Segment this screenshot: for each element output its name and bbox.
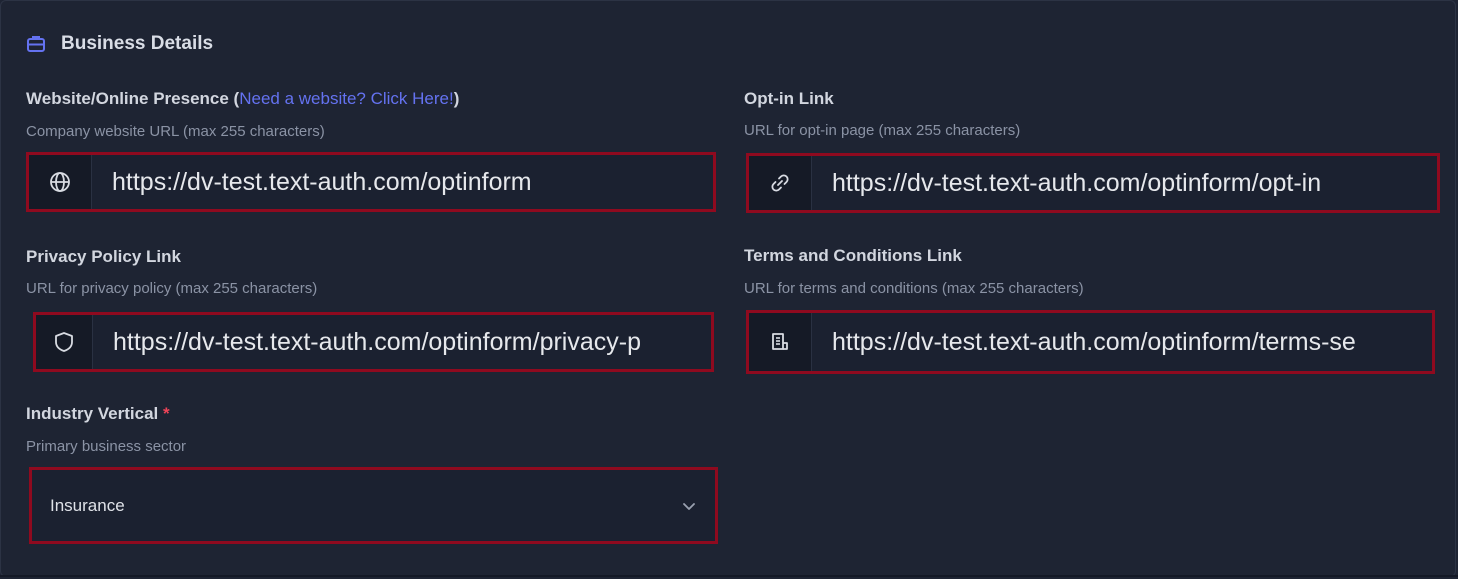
document-icon [749,313,812,371]
optin-label: Opt-in Link [744,89,834,108]
website-label-text: Website/Online Presence ( [26,89,240,108]
globe-icon [29,155,92,209]
website-hint: Company website URL (max 255 characters) [26,123,325,140]
required-mark: * [163,404,170,423]
industry-label-text: Industry Vertical [26,404,159,423]
section-header: Business Details [26,33,213,55]
industry-label: Industry Vertical * [26,404,170,424]
need-website-link[interactable]: Need a website? Click Here! [239,89,453,108]
industry-select[interactable]: Insurance [29,467,718,544]
privacy-input[interactable]: https://dv-test.text-auth.com/optinform/… [93,315,711,369]
link-icon [749,156,812,210]
website-input[interactable]: https://dv-test.text-auth.com/optinform [92,155,713,209]
industry-selected-value: Insurance [50,495,125,515]
privacy-hint: URL for privacy policy (max 255 characte… [26,280,318,297]
website-label-close: ) [453,89,460,108]
terms-input[interactable]: https://dv-test.text-auth.com/optinform/… [812,313,1432,371]
terms-field[interactable]: https://dv-test.text-auth.com/optinform/… [746,310,1435,374]
optin-hint: URL for opt-in page (max 255 characters) [744,122,1021,139]
optin-input[interactable]: https://dv-test.text-auth.com/optinform/… [812,156,1437,210]
terms-label: Terms and Conditions Link [744,246,962,265]
website-label: Website/Online Presence (Need a website?… [26,89,459,109]
optin-field[interactable]: https://dv-test.text-auth.com/optinform/… [746,153,1440,213]
privacy-field[interactable]: https://dv-test.text-auth.com/optinform/… [33,312,714,372]
briefcase-icon [26,34,46,54]
privacy-label: Privacy Policy Link [26,247,181,266]
terms-hint: URL for terms and conditions (max 255 ch… [744,280,1084,297]
chevron-down-icon [681,498,697,514]
shield-icon [36,315,93,369]
section-title: Business Details [61,33,214,54]
website-field[interactable]: https://dv-test.text-auth.com/optinform [26,152,716,212]
industry-hint: Primary business sector [26,438,187,455]
divider [0,575,1458,577]
